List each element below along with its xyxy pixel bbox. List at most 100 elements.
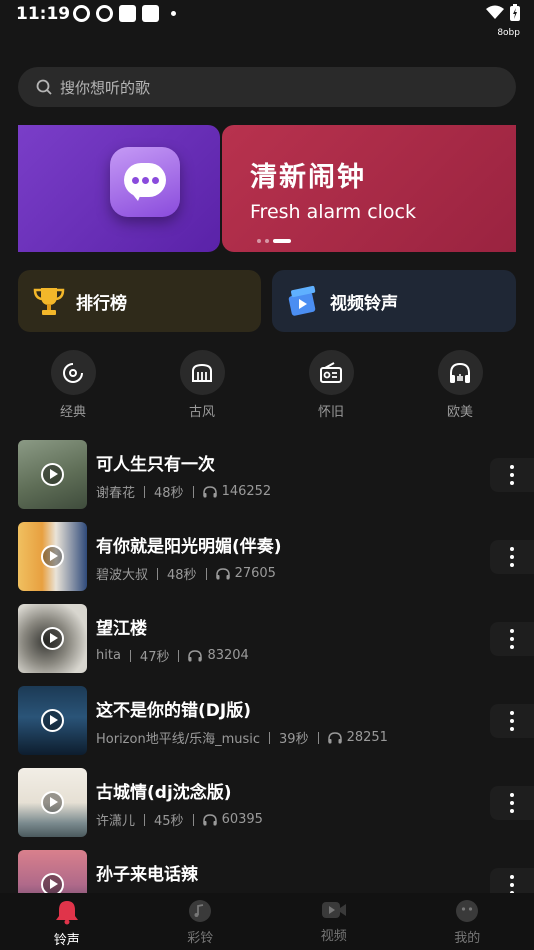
play-icon[interactable]: [41, 545, 64, 568]
tab-label: 彩铃: [187, 931, 214, 946]
song-plays: 28251: [346, 730, 388, 745]
play-icon[interactable]: [41, 709, 64, 732]
song-cover: [18, 440, 87, 509]
song-cover: [18, 768, 87, 837]
headphones-icon: [202, 485, 217, 498]
song-plays: 146252: [221, 484, 272, 499]
app-notification-icon: [73, 5, 90, 22]
category-nostalgia[interactable]: 怀旧: [301, 350, 361, 420]
song-duration: 48秒: [167, 568, 197, 583]
video-ringtone-label: 视频铃声: [330, 293, 398, 314]
chat-bubble-icon: [110, 147, 180, 217]
song-row[interactable]: 古城情(dj沈念版) 许潇儿 45秒 60395: [0, 766, 534, 838]
guzheng-icon: [179, 350, 225, 395]
more-options-icon[interactable]: [490, 786, 534, 820]
category-label: 欧美: [446, 405, 473, 420]
song-title: 望江楼: [96, 619, 147, 639]
headphones-icon: [215, 567, 230, 580]
song-artist: Horizon地平线/乐海_music: [96, 732, 261, 747]
category-row: 经典 古风 怀旧 欧美: [0, 350, 534, 420]
search-bar[interactable]: 搜你想听的歌: [18, 67, 516, 107]
headphones-icon: [437, 350, 483, 395]
song-meta: 许潇儿 45秒 60395: [96, 810, 263, 829]
search-placeholder: 搜你想听的歌: [60, 78, 151, 97]
song-cover: [18, 686, 87, 755]
tab-label: 铃声: [53, 933, 80, 948]
category-ancient[interactable]: 古风: [172, 350, 232, 420]
banner-title-cn: 清新闹钟: [250, 162, 366, 193]
category-western[interactable]: 欧美: [430, 350, 490, 420]
song-artist: 碧波大叔: [96, 568, 149, 583]
tab-ringtones[interactable]: 铃声: [0, 893, 134, 950]
wifi-icon: [486, 5, 504, 19]
song-plays: 83204: [207, 648, 249, 663]
song-artist: hita: [96, 648, 121, 663]
bottom-nav: 铃声 彩铃 视频 我的: [0, 893, 534, 950]
song-artist: 谢春花: [96, 486, 136, 501]
category-classic[interactable]: 经典: [43, 350, 103, 420]
song-meta: 碧波大叔 48秒 27605: [96, 564, 276, 583]
banner-carousel[interactable]: 清新闹钟 Fresh alarm clock: [18, 125, 516, 252]
carousel-indicator: [257, 239, 291, 243]
status-right: [486, 4, 520, 21]
song-duration: 47秒: [139, 650, 170, 665]
song-row[interactable]: 有你就是阳光明媚(伴奏) 碧波大叔 48秒 27605: [0, 520, 534, 592]
network-speed: 8obp: [497, 28, 520, 38]
song-meta: hita 47秒 83204: [96, 646, 249, 665]
play-icon[interactable]: [41, 463, 64, 486]
song-duration: 45秒: [154, 814, 184, 829]
song-cover: [18, 522, 87, 591]
smiley-face-icon: [456, 900, 479, 922]
status-time: 11:19: [16, 4, 71, 24]
status-icons: [73, 5, 176, 22]
song-cover: [18, 604, 87, 673]
ranking-button[interactable]: 排行榜: [18, 270, 261, 332]
headphones-icon: [327, 731, 342, 744]
song-title: 古城情(dj沈念版): [96, 783, 232, 803]
music-note-icon: [189, 900, 212, 922]
more-options-icon[interactable]: [490, 540, 534, 574]
headphones-icon: [188, 649, 203, 662]
song-row[interactable]: 这不是你的错(DJ版) Horizon地平线/乐海_music 39秒 2825…: [0, 684, 534, 756]
video-play-icon: [321, 902, 346, 918]
tab-mine[interactable]: 我的: [401, 893, 534, 950]
vinyl-record-icon: [50, 350, 96, 395]
song-artist: 许潇儿: [96, 814, 136, 829]
song-duration: 39秒: [279, 732, 309, 747]
banner-slide-alarm[interactable]: 清新闹钟 Fresh alarm clock: [222, 125, 516, 252]
banner-title-en: Fresh alarm clock: [250, 201, 416, 223]
tab-label: 我的: [454, 931, 481, 946]
video-clapper-icon: [288, 285, 316, 316]
more-notifications-icon: [171, 11, 176, 16]
notification-square-icon: [142, 5, 159, 22]
notification-square-icon: [119, 5, 136, 22]
tab-color-ringtones[interactable]: 彩铃: [134, 893, 268, 950]
trophy-icon: [33, 288, 65, 315]
song-title: 可人生只有一次: [96, 455, 215, 475]
ranking-label: 排行榜: [76, 293, 127, 314]
song-row[interactable]: 望江楼 hita 47秒 83204: [0, 602, 534, 674]
status-bar: 11:19 8obp: [0, 0, 534, 40]
category-label: 经典: [59, 405, 86, 420]
more-options-icon[interactable]: [490, 622, 534, 656]
song-row[interactable]: 可人生只有一次 谢春花 48秒 146252: [0, 438, 534, 510]
play-icon[interactable]: [41, 627, 64, 650]
song-title: 这不是你的错(DJ版): [96, 701, 251, 721]
song-plays: 60395: [221, 812, 263, 827]
category-label: 怀旧: [317, 405, 344, 420]
banner-slide-prev[interactable]: [18, 125, 220, 252]
radio-icon: [308, 350, 354, 395]
app-notification-icon: [96, 5, 113, 22]
bell-icon: [55, 901, 78, 925]
play-icon[interactable]: [41, 791, 64, 814]
tab-videos[interactable]: 视频: [267, 893, 401, 950]
battery-icon: [510, 4, 520, 21]
headphones-icon: [202, 813, 217, 826]
more-options-icon[interactable]: [490, 704, 534, 738]
song-plays: 27605: [234, 566, 276, 581]
video-ringtone-button[interactable]: 视频铃声: [272, 270, 516, 332]
category-label: 古风: [188, 405, 215, 420]
song-meta: 谢春花 48秒 146252: [96, 482, 271, 501]
more-options-icon[interactable]: [490, 458, 534, 492]
search-icon: [36, 79, 52, 95]
